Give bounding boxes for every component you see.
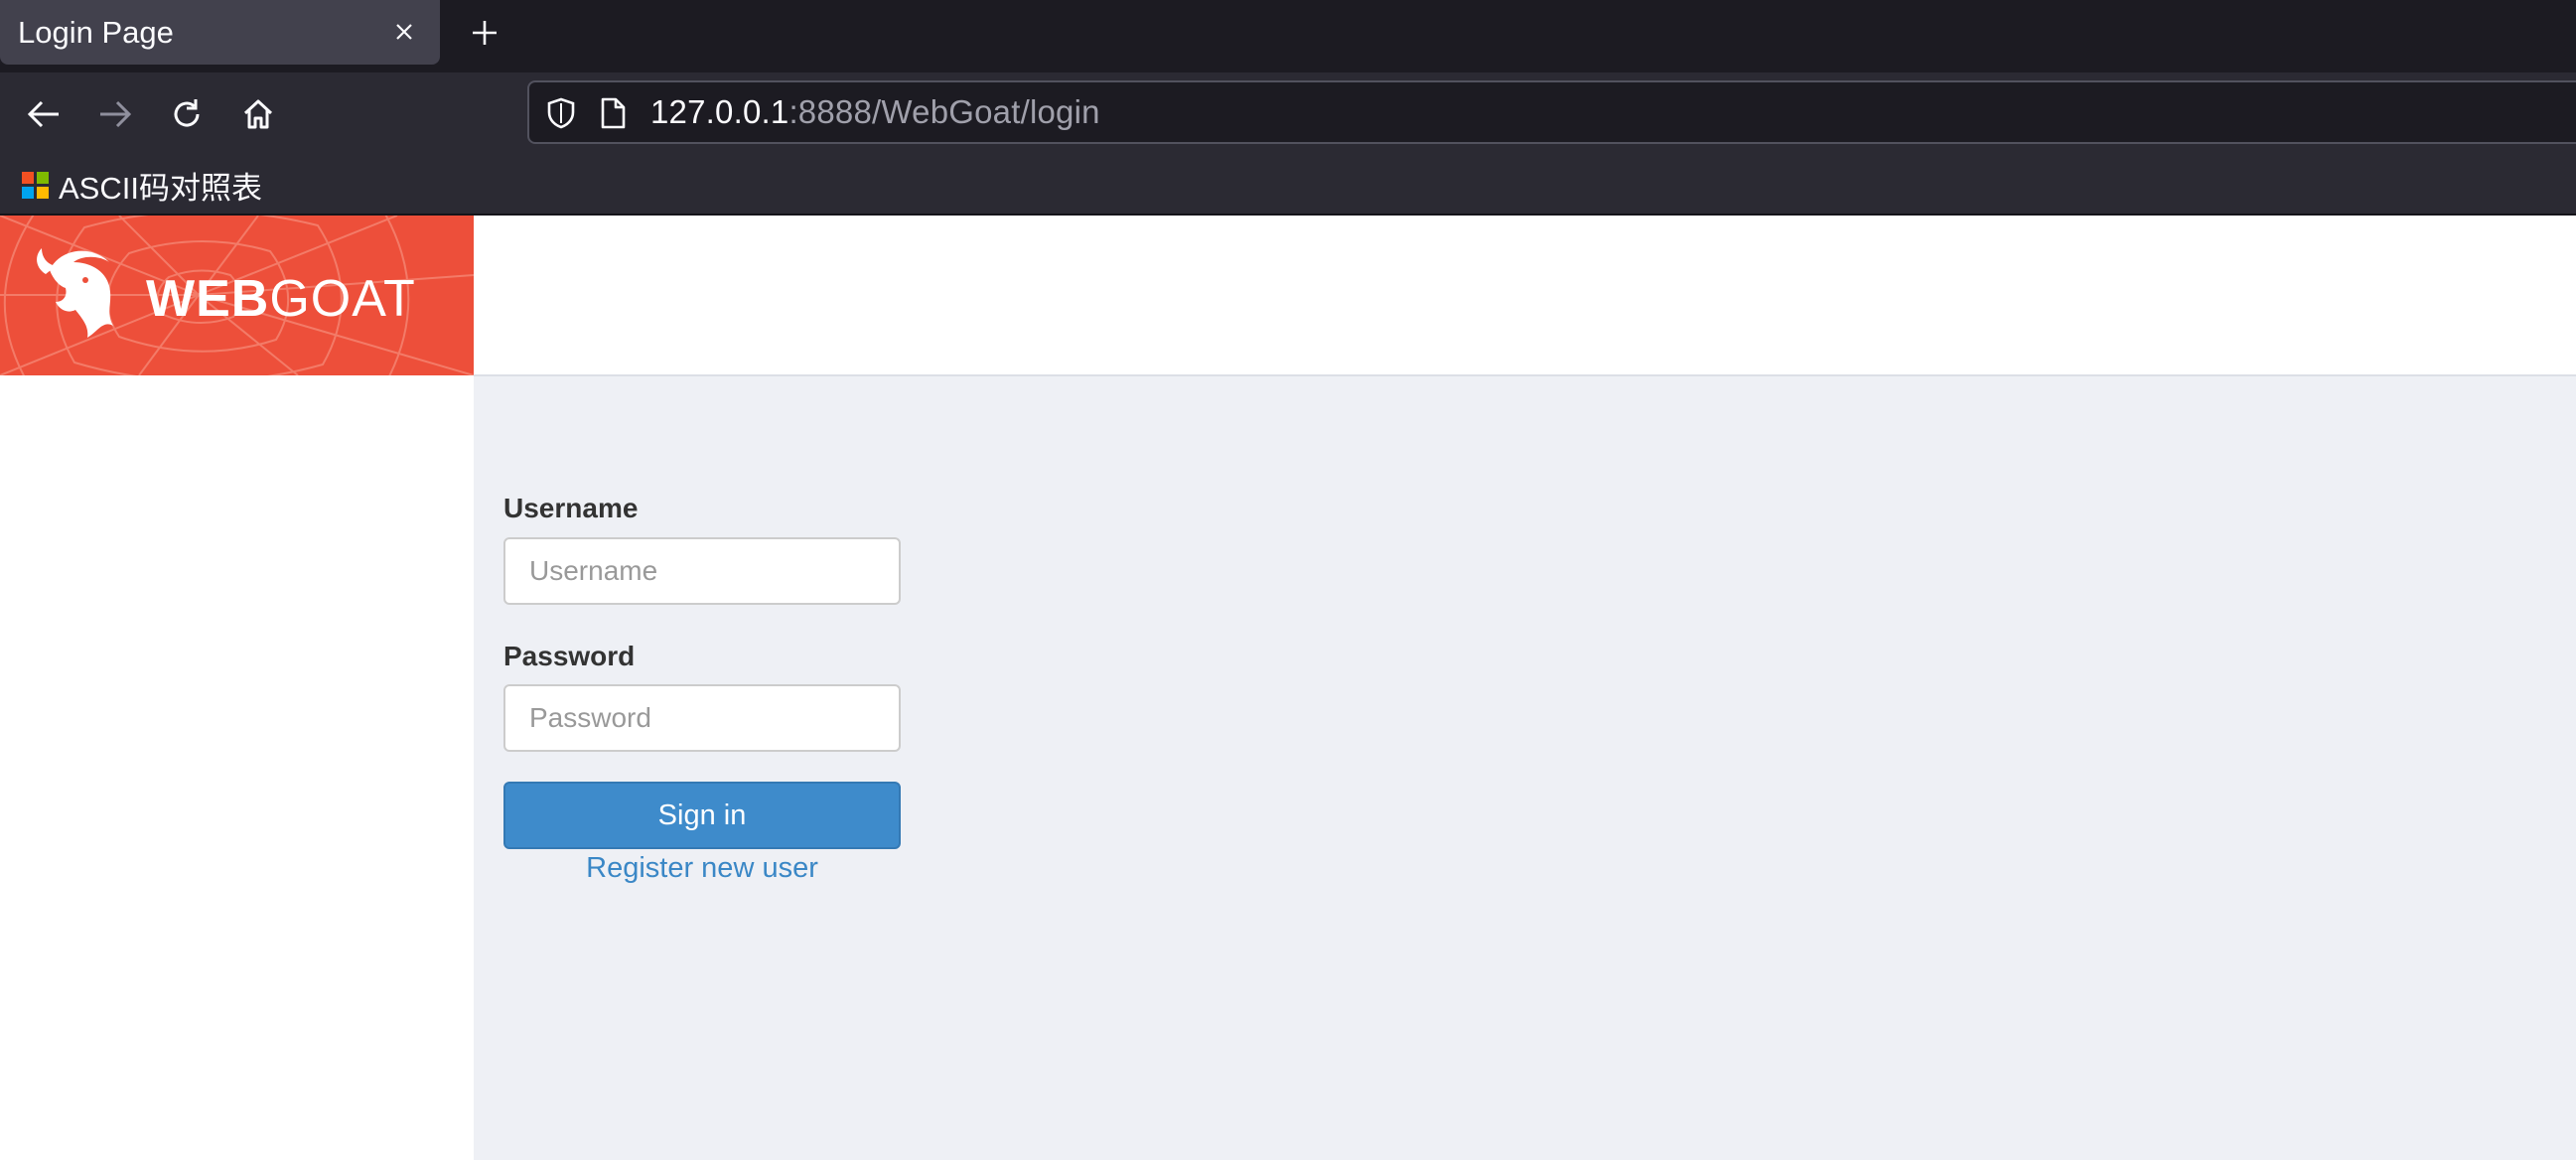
browser-nav-bar: 127.0.0.1:8888/WebGoat/login bbox=[0, 72, 2576, 154]
brand-wordmark: WEBGOAT bbox=[146, 269, 416, 329]
register-new-user-link[interactable]: Register new user bbox=[503, 852, 901, 885]
bookmark-label: ASCII码对照表 bbox=[59, 170, 262, 206]
webgoat-logo[interactable]: WEBGOAT bbox=[0, 216, 474, 375]
close-tab-icon[interactable] bbox=[386, 14, 422, 50]
sidebar bbox=[0, 375, 474, 1160]
windows-logo-icon bbox=[22, 171, 49, 199]
password-label: Password bbox=[503, 641, 636, 671]
bookmarks-bar: ASCII码对照表 bbox=[0, 154, 2576, 216]
url-bar[interactable]: 127.0.0.1:8888/WebGoat/login bbox=[527, 80, 2576, 144]
sign-in-button[interactable]: Sign in bbox=[503, 782, 901, 849]
username-label: Username bbox=[503, 493, 639, 523]
tab-title: Login Page bbox=[18, 14, 174, 50]
brand-goat: GOAT bbox=[269, 270, 416, 328]
password-input[interactable] bbox=[503, 684, 901, 752]
url-text[interactable]: 127.0.0.1:8888/WebGoat/login bbox=[650, 93, 1100, 131]
browser-tab-bar: Login Page bbox=[0, 0, 2576, 72]
url-path: :8888/WebGoat/login bbox=[788, 93, 1100, 130]
username-input[interactable] bbox=[503, 537, 901, 605]
page-content: WEBGOAT Username Password Sign in Regist… bbox=[0, 216, 2576, 1160]
new-tab-icon[interactable] bbox=[463, 11, 506, 55]
page-header bbox=[474, 216, 2576, 376]
browser-tab[interactable]: Login Page bbox=[0, 0, 440, 65]
back-arrow-icon[interactable] bbox=[22, 92, 66, 136]
forward-arrow-icon[interactable] bbox=[93, 92, 137, 136]
goat-logo-icon bbox=[37, 248, 113, 338]
brand-web: WEB bbox=[146, 270, 270, 328]
shield-icon[interactable] bbox=[545, 96, 577, 135]
page-info-icon[interactable] bbox=[599, 96, 627, 135]
reload-icon[interactable] bbox=[165, 92, 209, 136]
home-icon[interactable] bbox=[236, 92, 280, 136]
url-host: 127.0.0.1 bbox=[650, 93, 789, 130]
bookmark-item[interactable]: ASCII码对照表 bbox=[22, 165, 262, 206]
